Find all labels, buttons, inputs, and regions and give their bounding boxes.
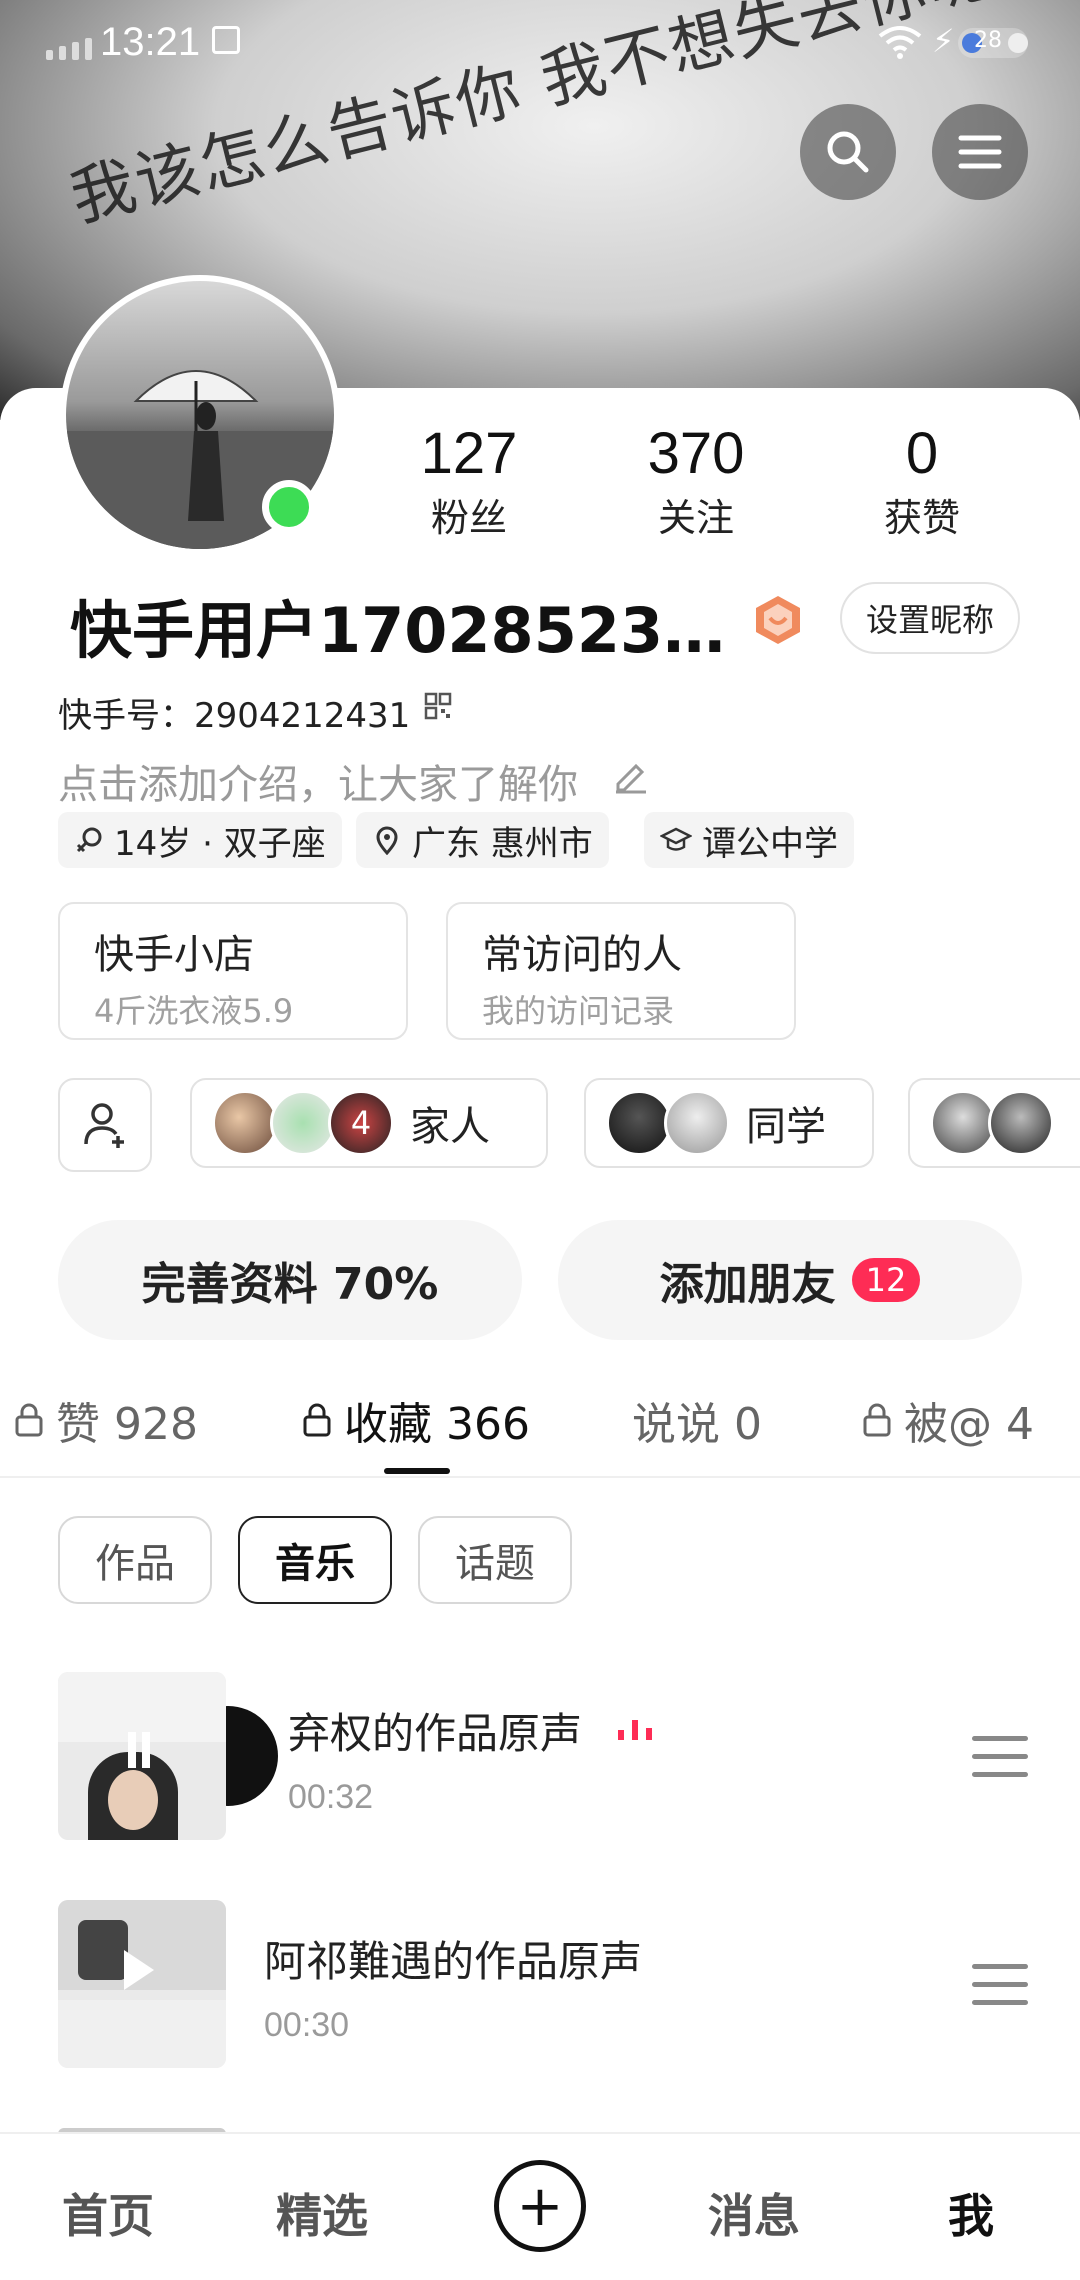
nav-messages[interactable]: 消息: [708, 2180, 800, 2246]
following-label: 关注: [657, 496, 734, 540]
bottom-nav: 首页 精选 + 消息 我: [0, 2132, 1080, 2280]
age-zodiac-chip[interactable]: 14岁 · 双子座: [58, 812, 342, 868]
likes-label: 获赞: [883, 496, 960, 540]
add-friends-label: 添加朋友: [659, 1259, 836, 1310]
school-chip[interactable]: 谭公中学: [644, 812, 854, 868]
nav-me[interactable]: 我: [948, 2180, 994, 2246]
school-label: 谭公中学: [702, 823, 838, 864]
visitors-subtitle: 我的访问记录: [482, 992, 675, 1030]
group-classmates-label: 同学: [746, 1104, 826, 1150]
battery-icon: 28: [958, 28, 1028, 58]
music-duration: 00:32: [288, 1778, 374, 1816]
school-icon: [660, 827, 692, 851]
lock-icon: [303, 1403, 331, 1437]
online-status-dot: [262, 480, 316, 534]
tab-likes-label: 赞 928: [56, 1399, 198, 1450]
stat-likes[interactable]: 0 获赞: [837, 420, 1007, 542]
intro-placeholder[interactable]: 点击添加介绍，让大家了解你: [58, 752, 578, 810]
tab-favorites-label: 收藏 366: [344, 1399, 530, 1450]
kuaishou-id[interactable]: 快手号：2904212431: [58, 688, 410, 737]
profile-screen: { "status_bar": {"time": "13:21", "batte…: [0, 0, 1080, 2280]
nav-home[interactable]: 首页: [62, 2180, 154, 2246]
music-item[interactable]: 弃权的作品原声 00:32: [58, 1672, 1028, 1842]
group-avatar: [212, 1090, 278, 1156]
menu-icon: [958, 135, 1002, 169]
charging-icon: ⚡: [932, 22, 955, 60]
battery-level: 28: [974, 28, 1002, 53]
location-label: 广东 惠州市: [412, 823, 593, 864]
complete-profile-label: 完善资料 70%: [141, 1259, 439, 1310]
music-item[interactable]: 阿祁難遇的作品原声 00:30: [58, 1900, 1028, 2070]
tab-likes[interactable]: 赞 928: [14, 1388, 198, 1452]
add-friends-button[interactable]: 添加朋友 12: [558, 1220, 1022, 1340]
qr-code-icon[interactable]: [424, 692, 452, 720]
visitors-box[interactable]: 常访问的人 我的访问记录: [446, 902, 796, 1040]
music-duration: 00:30: [264, 2006, 350, 2044]
subtab-music[interactable]: 音乐: [238, 1516, 392, 1604]
lock-icon: [863, 1403, 891, 1437]
group-avatar: [988, 1090, 1054, 1156]
tab-mentions[interactable]: 被@ 4: [862, 1388, 1034, 1452]
add-group-button[interactable]: [58, 1078, 152, 1172]
screenshot-icon: [212, 26, 240, 54]
gender-icon: [76, 827, 102, 853]
music-thumbnail[interactable]: [58, 1672, 226, 1840]
tab-favorites[interactable]: 收藏 366: [302, 1388, 530, 1452]
status-time: 13:21: [100, 20, 201, 64]
group-more[interactable]: [908, 1078, 1080, 1168]
group-avatar: [930, 1090, 996, 1156]
group-avatar: [606, 1090, 672, 1156]
location-icon: [376, 826, 398, 855]
shop-title: 快手小店: [94, 932, 254, 978]
location-chip[interactable]: 广东 惠州市: [356, 812, 609, 868]
music-thumbnail[interactable]: [58, 1900, 226, 2068]
likes-count: 0: [905, 421, 939, 486]
complete-profile-button[interactable]: 完善资料 70%: [58, 1220, 522, 1340]
lock-icon: [15, 1403, 43, 1437]
subtab-works[interactable]: 作品: [58, 1516, 212, 1604]
fans-label: 粉丝: [430, 496, 507, 540]
signal-icon: [46, 38, 92, 60]
shop-subtitle: 4斤洗衣液5.9: [94, 992, 294, 1030]
tab-mentions-label: 被@ 4: [904, 1399, 1034, 1450]
age-zodiac-label: 14岁 · 双子座: [114, 823, 326, 864]
plus-icon: +: [516, 2173, 564, 2239]
level-badge-icon[interactable]: [752, 594, 804, 646]
visitors-title: 常访问的人: [482, 932, 682, 978]
music-title: 阿祁難遇的作品原声: [264, 1937, 643, 1986]
group-family[interactable]: 4 家人: [190, 1078, 548, 1168]
search-icon: [827, 131, 869, 173]
add-friends-count-badge: 12: [851, 1258, 921, 1302]
menu-button[interactable]: [932, 104, 1028, 200]
search-button[interactable]: [800, 104, 896, 200]
group-family-label: 家人: [410, 1104, 490, 1150]
content-tabs: 赞 928 收藏 366 说说 0 被@ 4: [0, 1378, 1080, 1478]
add-person-icon: [84, 1103, 124, 1148]
shop-box[interactable]: 快手小店 4斤洗衣液5.9: [58, 902, 408, 1040]
music-title: 弃权的作品原声: [288, 1709, 583, 1758]
group-avatar: [664, 1090, 730, 1156]
wifi-icon: [878, 26, 922, 59]
tab-posts[interactable]: 说说 0: [632, 1388, 762, 1452]
group-avatar-numbered: 4: [328, 1090, 394, 1156]
username: 快手用户17028523…: [70, 594, 726, 667]
playing-equalizer-icon: [618, 1720, 652, 1740]
status-bar: 13:21 ⚡ 28: [0, 0, 1080, 90]
edit-pencil-icon[interactable]: [612, 758, 648, 794]
stat-following[interactable]: 370 关注: [611, 420, 781, 542]
stat-fans[interactable]: 127 粉丝: [384, 420, 554, 542]
nav-featured[interactable]: 精选: [276, 2180, 368, 2246]
create-button[interactable]: +: [494, 2160, 586, 2252]
group-classmates[interactable]: 同学: [584, 1078, 874, 1168]
drag-handle-icon[interactable]: [972, 1964, 1028, 2008]
set-nickname-button[interactable]: 设置昵称: [840, 582, 1020, 654]
group-avatar: [270, 1090, 336, 1156]
active-tab-indicator: [384, 1468, 450, 1474]
tab-posts-label: 说说 0: [632, 1399, 762, 1450]
following-count: 370: [647, 421, 745, 486]
drag-handle-icon[interactable]: [972, 1736, 1028, 1780]
fans-count: 127: [420, 421, 518, 486]
subtab-topics[interactable]: 话题: [418, 1516, 572, 1604]
